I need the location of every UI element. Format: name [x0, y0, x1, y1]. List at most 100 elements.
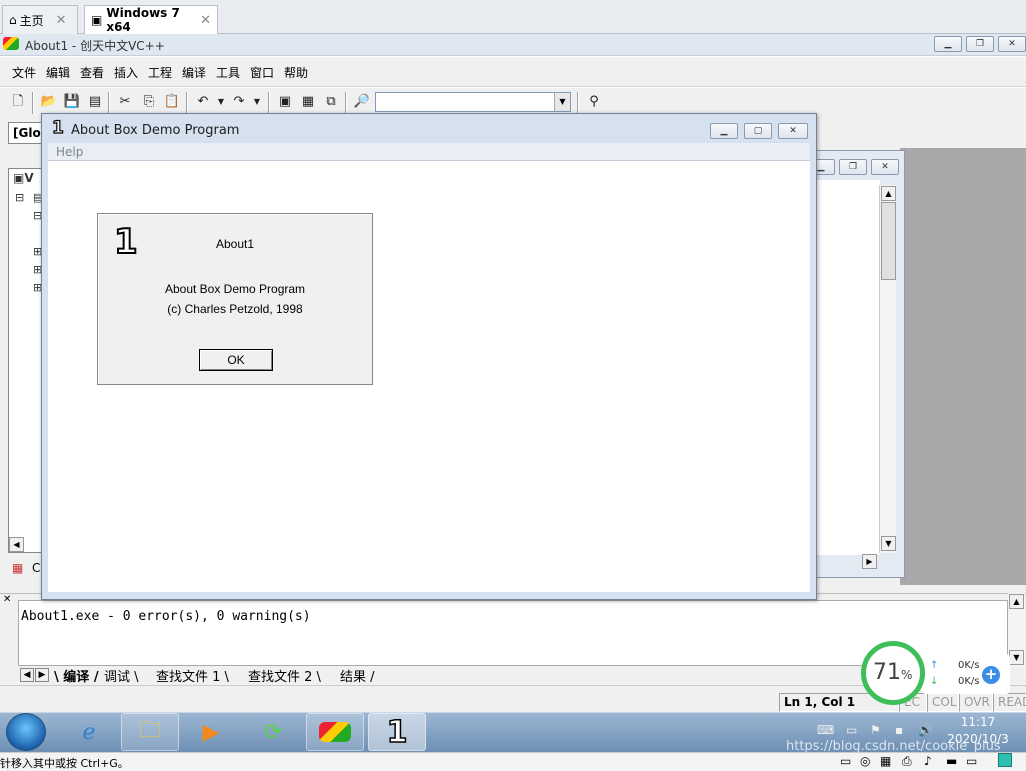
upload-arrow-icon: ↑	[930, 660, 939, 671]
hdd-icon[interactable]: ▭	[840, 754, 851, 768]
tab-build[interactable]: \ 编译 /	[54, 666, 99, 685]
close-icon[interactable]: ✕	[3, 594, 11, 605]
chevron-down-icon[interactable]: ▼	[212, 93, 230, 111]
menu-edit[interactable]: 编辑	[46, 64, 70, 81]
classview-tab-label: C	[32, 561, 41, 575]
cd-icon[interactable]: ◎	[860, 754, 870, 768]
toolbar-separator	[32, 92, 34, 114]
taskbar-about1-icon[interactable]: 1	[368, 713, 426, 751]
tab-debug-label: 调试	[104, 670, 131, 685]
taskbar-media-player-icon[interactable]: ▶	[182, 713, 240, 751]
host-status-bar	[0, 752, 1026, 771]
tab-debug[interactable]: 调试 \	[104, 666, 139, 685]
restore-button[interactable]: ❐	[966, 36, 994, 52]
find-combo[interactable]: ▼	[375, 92, 571, 112]
tab-results[interactable]: 结果 /	[340, 666, 375, 685]
toolbar-separator	[186, 92, 188, 114]
open-folder-icon[interactable]: 📂	[40, 93, 58, 111]
vertical-scrollbar[interactable]: ▲ ▼	[1008, 593, 1025, 667]
copy-icon[interactable]: ⎘	[140, 93, 158, 111]
source-editor[interactable]	[816, 180, 880, 555]
taskbar-sync-icon[interactable]: ⟳	[244, 713, 302, 751]
usb-icon[interactable]: ▬	[946, 754, 957, 768]
printer-icon[interactable]: ⎙	[902, 754, 912, 769]
tab-scroll-left-icon[interactable]: ◀	[20, 668, 34, 682]
scroll-right-button[interactable]: ▶	[862, 554, 877, 569]
tree-expand-icon[interactable]: ⊟	[15, 191, 24, 204]
output-tabs: ◀ ▶ \ 编译 / 调试 \ 查找文件 1 \ 查找文件 2 \ 结果 /	[18, 666, 858, 685]
network-icon[interactable]: ▪	[895, 723, 903, 737]
tab-find-1-label: 查找文件 1	[156, 670, 221, 685]
host-tab-vm[interactable]: ▣ Windows 7 x64 ✕	[84, 5, 218, 34]
workspace-icon[interactable]: ▣	[276, 93, 294, 111]
menu-help[interactable]: 帮助	[284, 64, 308, 81]
scroll-up-button[interactable]: ▲	[1009, 594, 1024, 609]
close-icon[interactable]: ✕	[56, 13, 67, 28]
action-center-icon[interactable]: ⚑	[870, 723, 881, 737]
restore-button[interactable]: ❐	[839, 159, 867, 175]
redo-icon[interactable]: ↷	[230, 93, 248, 111]
message-icon[interactable]	[998, 753, 1012, 767]
minimize-button[interactable]: ▁	[934, 36, 962, 52]
maximize-button[interactable]: ▢	[744, 123, 772, 139]
menu-view[interactable]: 查看	[80, 64, 104, 81]
menu-project[interactable]: 工程	[148, 64, 172, 81]
scroll-thumb[interactable]	[881, 202, 896, 280]
host-tab-home[interactable]: ⌂ 主页 ✕	[2, 5, 78, 34]
workspace-tree-pane[interactable]: ▣V ⊟ ▤ ⊟ ⊞ ⊞ ⊞ ◀	[8, 168, 42, 553]
menu-tools[interactable]: 工具	[216, 64, 240, 81]
vmware-tools-icon[interactable]: ▭	[846, 723, 857, 737]
close-button[interactable]: ✕	[998, 36, 1026, 52]
window-list-icon[interactable]: ⧉	[322, 93, 340, 111]
display-icon[interactable]: ▭	[966, 754, 977, 768]
tab-find-in-files-1[interactable]: 查找文件 1 \	[156, 666, 229, 685]
close-button[interactable]: ✕	[778, 123, 808, 139]
minimize-button[interactable]: ▁	[710, 123, 738, 139]
taskbar-vc-icon[interactable]	[306, 713, 364, 751]
start-button[interactable]	[6, 713, 46, 751]
dialog-app-name: About1	[215, 237, 255, 251]
find-in-files-icon[interactable]: 🔎	[353, 93, 371, 111]
host-tab-vm-label: Windows 7 x64	[106, 6, 180, 34]
home-icon: ⌂	[9, 13, 17, 27]
cut-icon[interactable]: ✂	[116, 93, 134, 111]
menu-file[interactable]: 文件	[12, 64, 36, 81]
volume-icon[interactable]: 🔊	[918, 723, 933, 737]
program-icon: 1	[113, 221, 139, 263]
menu-insert[interactable]: 插入	[114, 64, 138, 81]
toolbar-separator	[108, 92, 110, 114]
mdi-client-area	[900, 148, 1026, 585]
sound-icon[interactable]: ♪	[924, 754, 932, 768]
close-icon[interactable]: ✕	[200, 13, 211, 28]
new-file-icon[interactable]: 🗋	[9, 93, 27, 111]
taskbar-explorer-icon[interactable]: 🗀	[121, 713, 179, 751]
status-ovr: OVR	[959, 693, 993, 712]
binoculars-icon[interactable]: ⚲	[585, 93, 603, 111]
scroll-down-button[interactable]: ▼	[1009, 650, 1024, 665]
tab-find-in-files-2[interactable]: 查找文件 2 \	[248, 666, 321, 685]
vertical-scrollbar[interactable]: ▲ ▼	[879, 185, 896, 553]
menu-window[interactable]: 窗口	[250, 64, 274, 81]
paste-icon[interactable]: 📋	[163, 93, 181, 111]
scroll-left-button[interactable]: ◀	[9, 537, 24, 552]
save-icon[interactable]: 💾	[63, 93, 81, 111]
save-all-icon[interactable]: ▤	[86, 93, 104, 111]
toolbar-separator	[577, 92, 579, 114]
close-button[interactable]: ✕	[871, 159, 899, 175]
menu-build[interactable]: 编译	[182, 64, 206, 81]
boost-plus-button[interactable]: +	[982, 666, 1000, 684]
chevron-down-icon[interactable]: ▼	[554, 93, 570, 111]
taskbar-ie-icon[interactable]: ℯ	[60, 713, 118, 751]
tab-scroll-right-icon[interactable]: ▶	[35, 668, 49, 682]
tree-root-item[interactable]: ▣V	[13, 171, 34, 185]
output-window-icon[interactable]: ▦	[299, 93, 317, 111]
dialog-description: About Box Demo Program	[164, 282, 306, 296]
scroll-down-button[interactable]: ▼	[881, 536, 896, 551]
network-adapter-icon[interactable]: ▦	[880, 754, 891, 768]
scroll-up-button[interactable]: ▲	[881, 186, 896, 201]
ok-button[interactable]: OK	[199, 349, 273, 371]
chevron-down-icon[interactable]: ▼	[248, 93, 266, 111]
menu-help-item[interactable]: Help	[56, 145, 83, 159]
keyboard-icon[interactable]: ⌨	[817, 723, 834, 737]
undo-icon[interactable]: ↶	[194, 93, 212, 111]
